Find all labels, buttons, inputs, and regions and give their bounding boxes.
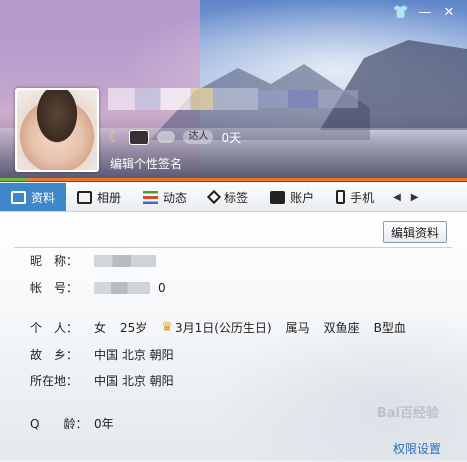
location-row: 所在地： 中国 北京 朝阳 (30, 372, 188, 389)
constellation-value: 双鱼座 (323, 321, 360, 335)
moon-status-icon[interactable]: ☾ (108, 128, 121, 146)
watermark: Bai百经验 (376, 406, 439, 421)
account-value-mosaic (94, 281, 150, 294)
qage-value: 0年 (94, 417, 114, 431)
profile-tabs: 资料 相册 动态 标签 账户 手机 ◀ ▶ (0, 183, 467, 212)
tab-scroll-arrows: ◀ ▶ (385, 183, 418, 211)
blood-type-value: B型血 (373, 321, 406, 335)
window-controls: 👕 — ✕ (389, 4, 461, 22)
nickname-mosaic (108, 88, 258, 110)
nickname-label: 昵 称： (30, 254, 79, 268)
tab-account[interactable]: 账户 (259, 183, 325, 211)
location-label: 所在地： (30, 374, 79, 388)
tab-album[interactable]: 相册 (66, 183, 132, 211)
tag-icon (206, 189, 222, 205)
tab-label: 手机 (350, 190, 375, 205)
nickname-row: 昵 称： (30, 252, 156, 269)
hometown-row: 故 乡： 中国 北京 朝阳 (30, 346, 188, 363)
wallet-icon (270, 190, 286, 204)
tab-profile[interactable]: 资料 (0, 183, 67, 211)
minimize-button[interactable]: — (413, 4, 437, 22)
feed-icon (143, 190, 159, 204)
tab-label: 资料 (31, 190, 56, 205)
nickname-value-mosaic (94, 254, 156, 267)
tab-label: 标签 (224, 190, 249, 205)
tab-label: 动态 (163, 190, 188, 205)
zodiac-value: 属马 (285, 321, 310, 335)
location-value: 中国 北京 朝阳 (94, 374, 174, 388)
hometown-value: 中国 北京 朝阳 (94, 348, 174, 362)
status-row: ☾ 达人 0天 (108, 128, 241, 146)
personal-label: 个 人： (30, 321, 79, 335)
qage-label: Q 龄： (30, 417, 88, 431)
chevron-right-icon[interactable]: ▶ (411, 192, 419, 203)
banner-mountain-right (320, 40, 467, 130)
tab-label: 相册 (97, 190, 122, 205)
permission-settings-link[interactable]: 权限设置 (393, 440, 441, 457)
account-suffix: 0 (158, 280, 166, 295)
vip-icon[interactable] (129, 129, 150, 145)
edit-profile-button[interactable]: 编辑资料 (382, 221, 447, 243)
skin-icon[interactable]: 👕 (389, 4, 413, 22)
level-icon[interactable] (157, 131, 176, 143)
daren-badge[interactable]: 达人 (183, 130, 214, 144)
age-value: 25岁 (120, 321, 148, 335)
album-icon (77, 190, 93, 204)
tab-phone[interactable]: 手机 (325, 183, 385, 211)
personal-row: 个 人： 女 25岁 ♛ 3月1日(公历生日) 属马 双鱼座 B型血 (30, 319, 420, 336)
birthday-value: 3月1日(公历生日) (174, 321, 272, 335)
banner-accent-line (0, 178, 467, 181)
gender-value: 女 (94, 321, 107, 335)
divider (14, 247, 452, 248)
nickname-mosaic-right (258, 90, 358, 108)
hometown-label: 故 乡： (30, 348, 79, 362)
edit-signature-link[interactable]: 编辑个性签名 (110, 155, 182, 172)
account-row: 帐 号： 0 (30, 279, 166, 296)
close-button[interactable]: ✕ (437, 4, 461, 22)
tab-tags[interactable]: 标签 (198, 183, 259, 211)
qage-row: Q 龄： 0年 (30, 415, 128, 432)
account-label: 帐 号： (30, 281, 79, 295)
crown-icon: ♛ (161, 320, 173, 335)
tab-label: 账户 (290, 190, 315, 205)
tab-feed[interactable]: 动态 (132, 183, 198, 211)
phone-icon (336, 190, 346, 204)
avatar[interactable] (15, 88, 99, 172)
profile-card-icon (11, 190, 26, 204)
online-days: 0天 (221, 130, 242, 145)
chevron-left-icon[interactable]: ◀ (393, 192, 401, 203)
